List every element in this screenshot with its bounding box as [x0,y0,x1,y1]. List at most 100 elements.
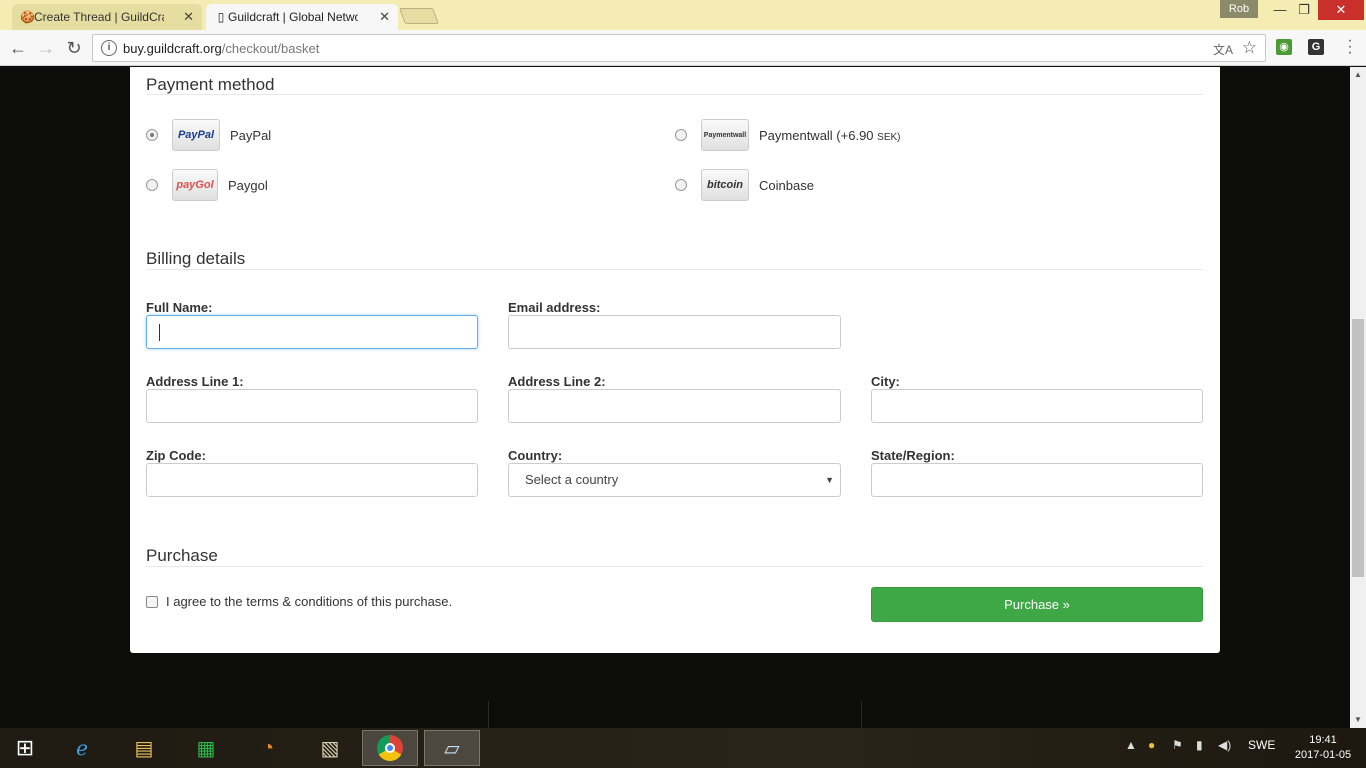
translate-icon[interactable]: 文A [1213,41,1233,58]
flag-icon[interactable]: ⚑ [1172,738,1183,752]
address-line-2-input[interactable] [508,389,841,423]
scroll-thumb[interactable] [1352,319,1364,577]
divider [146,566,1203,567]
tab-guildcraft-global[interactable]: ▯ Guildcraft | Global Network ✕ [206,4,398,30]
guildcraft-favicon-icon: 🍪 [20,10,35,24]
payment-label: Paygol [228,177,268,193]
page-scrollbar[interactable]: ▲ ▼ [1350,67,1366,728]
country-label: Country: [508,448,563,463]
scanner-app-icon[interactable]: ▧ [302,730,358,766]
clock-time: 19:41 [1309,734,1337,746]
store-icon[interactable]: ▦ [178,730,234,766]
internet-explorer-icon[interactable]: ℯ [54,730,110,766]
scroll-down-arrow-icon[interactable]: ▼ [1350,712,1366,728]
zip-code-label: Zip Code: [146,448,206,463]
payment-option-paygol[interactable]: payGol Paygol [146,169,268,201]
zip-code-input[interactable] [146,463,478,497]
url-domain: buy.guildcraft.org [123,41,222,56]
dropdown-arrow-icon: ▼ [825,475,834,485]
state-region-input[interactable] [871,463,1203,497]
clock-date: 2017-01-05 [1294,749,1352,761]
url-text: buy.guildcraft.org/checkout/basket [123,41,319,56]
chrome-icon[interactable] [362,730,418,766]
menu-icon[interactable]: · · · [1342,33,1358,61]
page-viewport: Payment method PayPal PayPal Paymentwall… [0,67,1350,701]
purchase-title: Purchase [146,546,218,565]
paygol-logo-icon: payGol [172,169,218,201]
bookmark-star-icon[interactable]: ☆ [1242,38,1257,58]
notepad-app-icon[interactable]: ▱ [424,730,480,766]
radio-button[interactable] [146,179,158,191]
address-line-1-label: Address Line 1: [146,374,244,389]
radio-button[interactable] [675,129,687,141]
scroll-up-arrow-icon[interactable]: ▲ [1350,67,1366,83]
purchase-button[interactable]: Purchase » [871,587,1203,622]
close-window-button[interactable]: ✕ [1318,0,1364,20]
billing-details-title: Billing details [146,249,246,268]
info-icon[interactable]: i [101,40,117,56]
close-icon[interactable]: ✕ [379,9,390,25]
reload-icon[interactable]: ↻ [62,36,86,60]
tray-app-icon[interactable]: ● [1148,738,1155,752]
address-line-2-label: Address Line 2: [508,374,606,389]
paypal-logo-icon: PayPal [172,119,220,151]
state-region-label: State/Region: [871,448,955,463]
country-select[interactable]: Select a country ▼ [508,463,841,497]
payment-option-paypal[interactable]: PayPal PayPal [146,119,271,151]
agree-terms-label[interactable]: I agree to the terms & conditions of thi… [166,594,452,609]
tab-strip: 🍪 Create Thread | GuildCraft ✕ ▯ Guildcr… [0,0,1366,30]
battery-icon[interactable]: ▮ [1196,738,1203,752]
url-path: /checkout/basket [221,41,320,56]
address-line-1-input[interactable] [146,389,478,423]
maximize-button[interactable]: ❐ [1290,0,1318,20]
browser-toolbar: ← → ↻ i buy.guildcraft.org/checkout/bask… [0,30,1366,66]
back-arrow-icon[interactable]: ← [6,36,30,60]
divider [146,94,1203,95]
radio-button[interactable] [146,129,158,141]
currency-suffix: SEK) [877,131,901,143]
payment-method-title: Payment method [146,75,275,94]
extension-g-icon[interactable]: G [1308,39,1324,55]
tab-create-thread[interactable]: 🍪 Create Thread | GuildCraft ✕ [12,4,202,30]
payment-label: Paymentwall (+6.90 SEK) [759,128,901,143]
paymentwall-logo-icon: Paymentwall [701,119,749,151]
email-label: Email address: [508,300,601,315]
tab-title: Guildcraft | Global Network [228,10,358,24]
city-label: City: [871,374,900,389]
divider [861,701,862,728]
close-icon[interactable]: ✕ [183,9,194,25]
checkout-card: Payment method PayPal PayPal Paymentwall… [130,67,1220,653]
payment-label-text: Paymentwall (+6.90 [759,127,878,143]
payment-option-coinbase[interactable]: bitcoin Coinbase [675,169,814,201]
new-tab-button[interactable] [399,8,439,24]
text-caret [159,324,160,341]
country-select-value: Select a country [525,472,619,487]
divider [488,701,489,728]
windows-start-icon[interactable]: ⊞ [0,730,50,766]
tab-title: Create Thread | GuildCraft [34,10,164,24]
extension-green-icon[interactable]: ◉ [1276,39,1292,55]
payment-label: PayPal [230,127,272,143]
color-app-icon[interactable]: ◔ [240,730,296,766]
city-input[interactable] [871,389,1203,423]
divider [146,269,1203,270]
radio-button[interactable] [675,179,687,191]
show-hidden-icons-icon[interactable]: ▲ [1125,738,1137,752]
language-indicator[interactable]: SWE [1248,738,1275,752]
page-favicon-icon: ▯ [217,10,225,24]
system-clock[interactable]: 19:41 2017-01-05 [1288,733,1358,763]
email-input[interactable] [508,315,841,349]
agree-terms-checkbox[interactable] [146,596,158,608]
profile-button[interactable]: Rob [1220,0,1258,18]
payment-label: Coinbase [759,177,814,193]
windows-taskbar: ⊞ ℯ ▤ ▦ ◔ ▧ ▱ ▲ ● ⚑ ▮ ◀) SWE 19:41 2017-… [0,728,1366,768]
volume-icon[interactable]: ◀) [1218,738,1231,752]
full-name-input[interactable] [146,315,478,349]
payment-option-paymentwall[interactable]: Paymentwall Paymentwall (+6.90 SEK) [675,119,901,151]
address-bar[interactable]: i buy.guildcraft.org/checkout/basket 文A … [92,34,1266,62]
page-footer-bar [0,701,1350,728]
file-explorer-icon[interactable]: ▤ [116,730,172,766]
forward-arrow-icon[interactable]: → [34,36,58,60]
full-name-label: Full Name: [146,300,213,315]
bitcoin-logo-icon: bitcoin [701,169,749,201]
